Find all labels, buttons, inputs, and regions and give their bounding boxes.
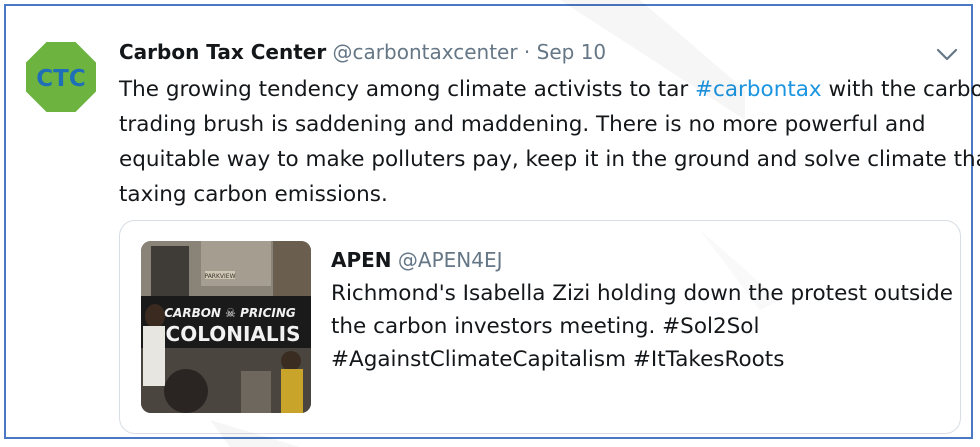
quoted-text-line: the carbon investors meeting. #Sol2Sol [331,314,760,339]
tweet-text-segment: with the carbon- [828,77,980,102]
author-handle[interactable]: @carbontaxcenter [333,40,518,64]
tweet-text-line: trading brush is saddening and maddening… [119,112,926,137]
header-separator: · [517,40,537,64]
tweet-header: Carbon Tax Center @carbontaxcenter · Sep… [119,39,606,65]
quoted-tweet-image[interactable]: PARKVIEW CARBON ☠ PRICING COLONIALIS [141,241,311,413]
chevron-down-icon[interactable] [936,46,958,62]
quoted-text-line: #AgainstClimateCapitalism #ItTakesRoots [331,347,785,372]
avatar[interactable]: CTC [26,42,96,112]
tweet-frame: CTC Carbon Tax Center @carbontaxcenter ·… [4,4,980,439]
tweet-text-line: equitable way to make polluters pay, kee… [119,147,980,172]
hashtag-link[interactable]: #carbontax [695,77,822,102]
tweet-date[interactable]: Sep 10 [537,40,607,64]
tweet-text-line: taxing carbon emissions. [119,182,388,207]
quoted-author-name[interactable]: APEN [331,248,392,272]
quoted-author-handle[interactable]: @APEN4EJ [398,248,503,272]
image-sign-line2: COLONIALIS [166,322,301,346]
tweet-text: The growing tendency among climate activ… [119,72,980,212]
author-name[interactable]: Carbon Tax Center [119,40,326,64]
tweet-text-segment: The growing tendency among climate activ… [119,77,696,102]
avatar-text: CTC [36,66,85,92]
image-building-sign: PARKVIEW [204,273,235,280]
quoted-tweet-card[interactable]: PARKVIEW CARBON ☠ PRICING COLONIALIS APE… [119,220,961,434]
image-sign-line1: CARBON ☠ PRICING [164,306,296,320]
tweet-text-line: The growing tendency among climate activ… [119,72,980,107]
quoted-tweet-header: APEN @APEN4EJ [331,247,503,273]
quoted-text-line: Richmond's Isabella Zizi holding down th… [331,281,954,306]
quoted-tweet-text: Richmond's Isabella Zizi holding down th… [331,277,954,376]
